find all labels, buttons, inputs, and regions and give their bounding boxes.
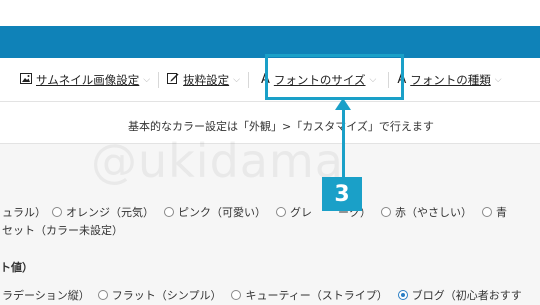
chevron-down-icon: ⌵	[233, 74, 240, 85]
tab-label: 抜粋設定	[183, 72, 230, 87]
radio-option-cutie[interactable]: キューティー（ストライプ）	[231, 287, 388, 303]
radio-option-orange[interactable]: オレンジ（元気）	[52, 204, 154, 220]
edit-icon	[167, 72, 179, 87]
divider	[158, 71, 160, 88]
top-bar	[0, 0, 540, 26]
tab-excerpt-settings[interactable]: 抜粋設定 ⌵	[167, 72, 240, 88]
watermark: @ukidama	[91, 134, 344, 188]
radio-option-flat[interactable]: フラット（シンプル）	[97, 287, 222, 303]
arrow-line	[342, 108, 345, 178]
radio-button[interactable]	[52, 207, 62, 217]
radio-option-pink[interactable]: ピンク（可愛い）	[164, 204, 266, 220]
option-label: オレンジ（元気）	[66, 206, 154, 219]
section-heading: ト値）	[0, 261, 33, 274]
tab-label: サムネイル画像設定	[36, 72, 140, 87]
divider	[247, 71, 249, 88]
option-label: セット（カラー未設定）	[2, 224, 123, 237]
style-options-row: ラデーション縦） フラット（シンプル） キューティー（ストライプ） ブログ（初心…	[2, 287, 532, 303]
radio-option-blue[interactable]: 青	[482, 204, 507, 220]
color-options-row-2: セット（カラー未設定）	[2, 222, 123, 238]
radio-button-selected[interactable]	[397, 290, 408, 300]
highlight-box	[265, 54, 404, 100]
chevron-down-icon: ⌵	[143, 74, 151, 85]
option-label: ュラル）	[2, 206, 46, 219]
radio-button[interactable]	[381, 207, 391, 217]
option-label: 青	[496, 206, 507, 219]
chevron-down-icon: ⌵	[494, 74, 502, 85]
tab-font-type[interactable]: A フォントの種類 ⌵	[397, 72, 501, 88]
step-badge: 3	[322, 177, 362, 211]
radio-button[interactable]	[164, 207, 174, 217]
radio-option-blog[interactable]: ブログ（初心者おすす	[397, 287, 522, 303]
option-label: 赤（やさしい）	[395, 206, 472, 219]
option-label: ブログ（初心者おすす	[411, 289, 522, 302]
option-label: キューティー（ストライプ）	[245, 289, 388, 302]
color-options-row: ュラル） オレンジ（元気） ピンク（可愛い） グレ ーク） 赤（やさしい） 青	[2, 204, 517, 220]
option-label: ラデーション縦）	[2, 289, 90, 302]
radio-option-red[interactable]: 赤（やさしい）	[381, 204, 472, 220]
radio-button[interactable]	[231, 290, 242, 300]
radio-button[interactable]	[97, 290, 108, 300]
tab-thumbnail-settings[interactable]: サムネイル画像設定 ⌵	[20, 72, 150, 88]
option-label: グレ	[290, 206, 312, 219]
option-label: ピンク（可愛い）	[178, 206, 266, 219]
radio-option-gray[interactable]: グレ	[276, 204, 312, 220]
image-icon	[20, 72, 32, 87]
tab-label: フォントの種類	[410, 72, 491, 87]
customize-note: 基本的なカラー設定は「外観」>「カスタマイズ」で行えます	[128, 120, 434, 133]
radio-button[interactable]	[482, 207, 492, 217]
radio-button[interactable]	[276, 207, 286, 217]
option-label: フラット（シンプル）	[111, 289, 222, 302]
